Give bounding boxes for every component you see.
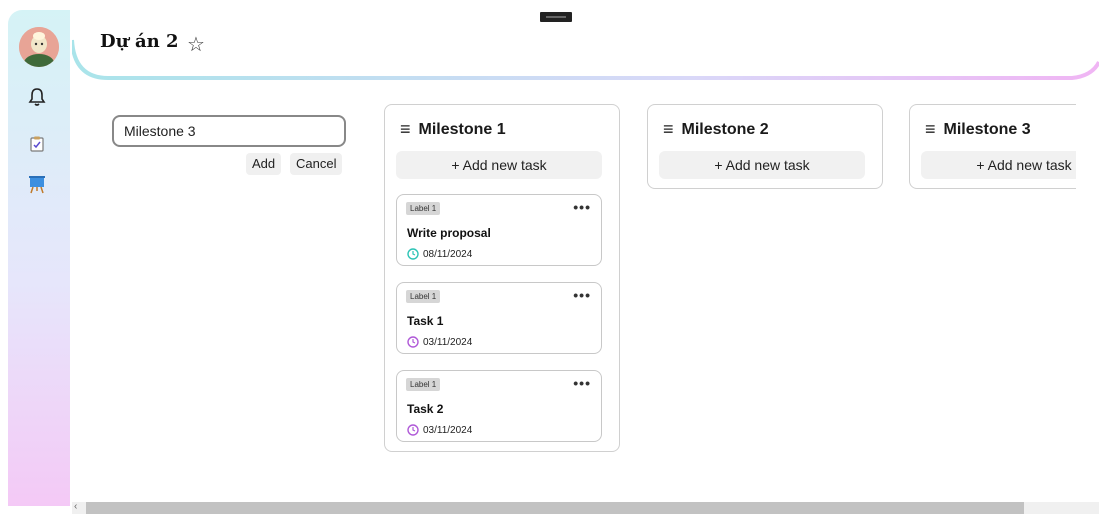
star-outline-icon[interactable]: ☆ <box>187 32 205 57</box>
milestone-column: ≡ Milestone 3 + Add new task <box>909 104 1076 189</box>
task-card[interactable]: Label 1 ••• Write proposal 08/11/2024 <box>396 194 602 266</box>
column-title: Milestone 2 <box>681 120 769 138</box>
menu-icon[interactable]: ≡ <box>400 119 411 140</box>
add-task-button[interactable]: + Add new task <box>659 151 865 179</box>
task-name: Task 2 <box>407 402 444 416</box>
bell-icon[interactable] <box>27 87 47 107</box>
clock-icon <box>407 336 419 348</box>
page-title: Dự án 2 <box>100 31 179 52</box>
task-name: Write proposal <box>407 226 491 240</box>
menu-icon[interactable]: ≡ <box>663 119 674 140</box>
milestone-column: ≡ Milestone 2 + Add new task <box>647 104 883 189</box>
milestone-name-input[interactable] <box>112 115 346 147</box>
column-title: Milestone 1 <box>418 120 506 138</box>
task-date: 08/11/2024 <box>423 248 473 260</box>
column-clip: ≡ Milestone 3 + Add new task <box>909 104 1076 190</box>
scroll-left-icon[interactable]: ‹ <box>74 501 77 512</box>
more-options-icon[interactable]: ••• <box>573 199 591 215</box>
more-options-icon[interactable]: ••• <box>573 287 591 303</box>
task-name: Task 1 <box>407 314 444 328</box>
task-card[interactable]: Label 1 ••• Task 1 03/11/2024 <box>396 282 602 354</box>
clock-icon <box>407 424 419 436</box>
task-card[interactable]: Label 1 ••• Task 2 03/11/2024 <box>396 370 602 442</box>
add-milestone-button[interactable]: Add <box>246 153 282 175</box>
task-label-badge: Label 1 <box>406 378 441 391</box>
checklist-icon[interactable] <box>27 134 47 154</box>
task-date: 03/11/2024 <box>423 336 473 348</box>
cancel-milestone-button[interactable]: Cancel <box>290 153 343 175</box>
scrollbar-thumb[interactable] <box>86 502 1024 514</box>
task-date: 03/11/2024 <box>423 424 473 436</box>
column-title: Milestone 3 <box>943 120 1031 138</box>
more-options-icon[interactable]: ••• <box>573 375 591 391</box>
board-icon[interactable] <box>27 175 47 195</box>
menu-icon[interactable]: ≡ <box>925 119 936 140</box>
add-task-button[interactable]: + Add new task <box>396 151 602 179</box>
add-task-button[interactable]: + Add new task <box>921 151 1076 179</box>
avatar[interactable] <box>19 27 59 67</box>
milestone-column: ≡ Milestone 1 + Add new task Label 1 •••… <box>384 104 620 452</box>
header <box>72 0 1099 84</box>
sidebar <box>8 10 70 506</box>
task-label-badge: Label 1 <box>406 290 441 303</box>
task-label-badge: Label 1 <box>406 202 441 215</box>
drag-handle[interactable] <box>540 12 572 22</box>
clock-icon <box>407 248 419 260</box>
